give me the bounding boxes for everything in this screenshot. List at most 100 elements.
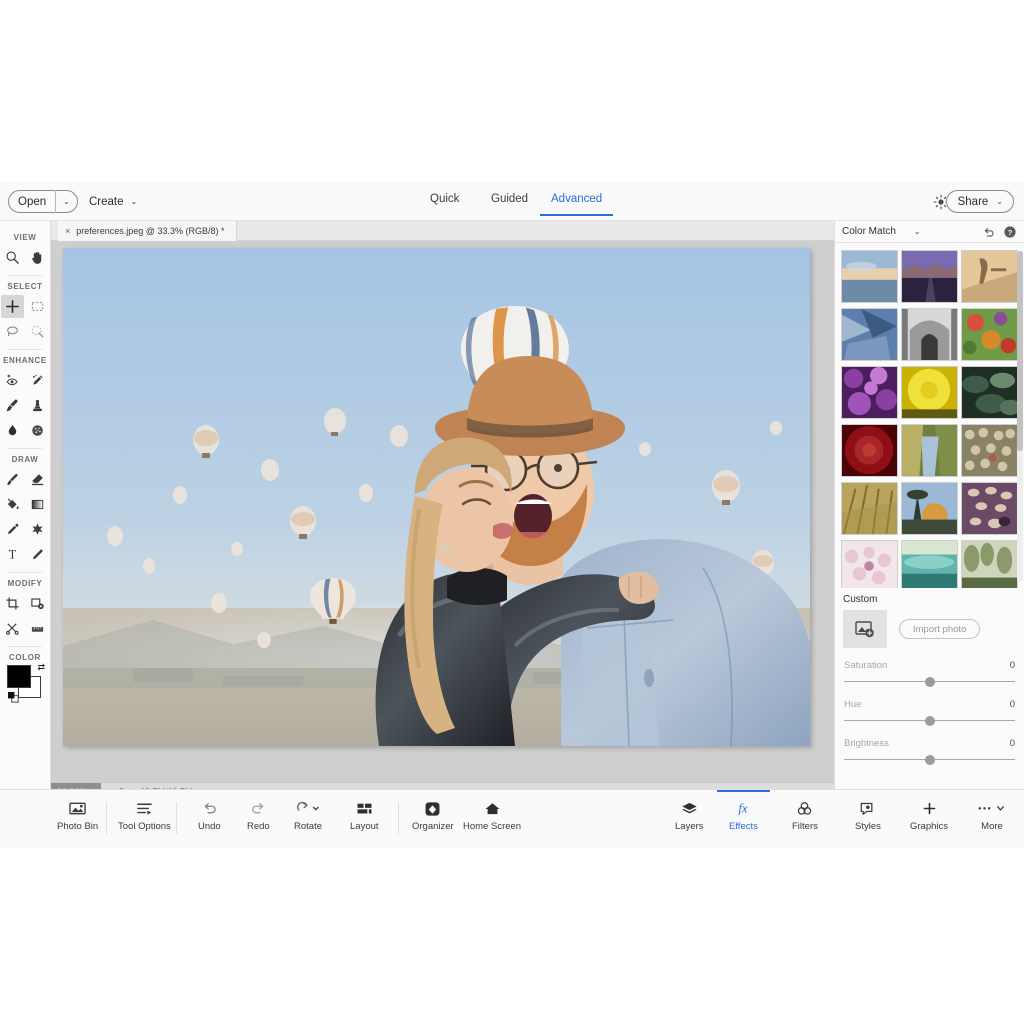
red-eye-removal-tool[interactable] bbox=[1, 369, 24, 392]
more-button[interactable]: More bbox=[976, 795, 1008, 832]
swap-colors-icon[interactable]: ⇄ bbox=[37, 662, 45, 673]
tool-row-select-2 bbox=[0, 319, 50, 344]
filters-button[interactable]: Filters bbox=[792, 795, 818, 832]
tool-divider bbox=[8, 448, 42, 449]
document-tab[interactable]: × preferences.jpeg @ 33.3% (RGB/8) * bbox=[58, 221, 238, 241]
color-swatches[interactable]: ⇄ bbox=[7, 662, 45, 703]
preset-thumbnail[interactable] bbox=[901, 540, 958, 588]
custom-shape-tool[interactable] bbox=[26, 518, 49, 541]
preset-thumbnail[interactable] bbox=[841, 424, 898, 477]
preset-thumbnail[interactable] bbox=[841, 250, 898, 303]
preset-thumbnail[interactable] bbox=[841, 308, 898, 361]
slider-saturation-track[interactable] bbox=[844, 677, 1015, 687]
zoom-tool[interactable] bbox=[1, 246, 24, 269]
eraser-tool[interactable] bbox=[26, 468, 49, 491]
smart-brush-tool[interactable] bbox=[1, 394, 24, 417]
redo-button[interactable]: Redo bbox=[247, 795, 270, 832]
paint-bucket-tool[interactable] bbox=[1, 493, 24, 516]
preset-thumbnail[interactable] bbox=[961, 308, 1018, 361]
effects-button[interactable]: fx Effects bbox=[717, 790, 770, 832]
preset-thumbnail[interactable] bbox=[901, 424, 958, 477]
rotate-button[interactable]: Rotate bbox=[294, 795, 322, 832]
rectangular-marquee-tool[interactable] bbox=[26, 295, 49, 318]
document-canvas[interactable] bbox=[63, 248, 810, 746]
slider-hue-track[interactable] bbox=[844, 716, 1015, 726]
blur-tool[interactable] bbox=[1, 419, 24, 442]
layers-button[interactable]: Layers bbox=[675, 795, 704, 832]
share-button[interactable]: Share ⌄ bbox=[945, 190, 1014, 213]
tool-options-label: Tool Options bbox=[118, 821, 171, 832]
tab-guided[interactable]: Guided bbox=[491, 193, 528, 214]
preset-thumbnail[interactable] bbox=[901, 482, 958, 535]
preset-thumbnail[interactable] bbox=[841, 540, 898, 588]
spot-healing-brush-tool[interactable] bbox=[26, 369, 49, 392]
chevron-down-icon[interactable]: ⌄ bbox=[914, 227, 921, 236]
color-picker-tool[interactable] bbox=[1, 518, 24, 541]
undo-button[interactable]: Undo bbox=[198, 795, 221, 832]
tab-quick[interactable]: Quick bbox=[430, 193, 459, 214]
styles-button[interactable]: Styles bbox=[855, 795, 881, 832]
preset-thumbnail[interactable] bbox=[961, 482, 1018, 535]
layout-button[interactable]: Layout bbox=[350, 795, 379, 832]
slider-brightness-label: Brightness bbox=[844, 738, 889, 749]
sponge-tool[interactable] bbox=[26, 419, 49, 442]
home-screen-label: Home Screen bbox=[463, 821, 522, 832]
canvas-area[interactable] bbox=[51, 241, 834, 782]
organizer-button[interactable]: Organizer bbox=[412, 795, 454, 832]
reset-undo-icon[interactable] bbox=[982, 225, 996, 239]
content-aware-move-tool[interactable] bbox=[26, 592, 49, 615]
tool-options-button[interactable]: Tool Options bbox=[118, 795, 171, 832]
clone-stamp-tool[interactable] bbox=[26, 394, 49, 417]
tab-advanced[interactable]: Advanced bbox=[539, 193, 614, 216]
foreground-color-swatch[interactable] bbox=[7, 665, 31, 688]
chevron-down-icon[interactable]: ⌄ bbox=[56, 197, 77, 206]
panel-vertical-scrollbar[interactable] bbox=[1017, 251, 1023, 581]
gradient-tool[interactable] bbox=[26, 493, 49, 516]
type-tool[interactable]: T bbox=[1, 543, 24, 566]
filters-label: Filters bbox=[792, 821, 818, 832]
help-circle-icon[interactable]: ? bbox=[1003, 225, 1017, 239]
preset-thumbnail[interactable] bbox=[961, 424, 1018, 477]
hand-tool[interactable] bbox=[26, 246, 49, 269]
bottom-divider bbox=[176, 802, 177, 834]
slider-brightness-track[interactable] bbox=[844, 755, 1015, 765]
crop-tool[interactable] bbox=[1, 592, 24, 615]
preset-thumbnail[interactable] bbox=[961, 540, 1018, 588]
recompose-tool[interactable] bbox=[1, 617, 24, 640]
lasso-tool[interactable] bbox=[1, 320, 24, 343]
straighten-tool[interactable] bbox=[26, 617, 49, 640]
brush-tool[interactable] bbox=[1, 468, 24, 491]
quick-selection-tool[interactable] bbox=[26, 320, 49, 343]
preset-thumbnail[interactable] bbox=[841, 366, 898, 419]
default-colors-icon[interactable] bbox=[8, 692, 19, 703]
pencil-tool[interactable] bbox=[26, 543, 49, 566]
import-photo-button[interactable]: Import photo bbox=[899, 619, 981, 639]
open-button[interactable]: Open ⌄ bbox=[8, 190, 78, 213]
tool-row-draw-3 bbox=[0, 517, 50, 542]
slider-hue-thumb[interactable] bbox=[924, 716, 935, 726]
slider-brightness-thumb[interactable] bbox=[924, 755, 935, 765]
preset-thumbnail[interactable] bbox=[841, 482, 898, 535]
scrollbar-thumb[interactable] bbox=[1017, 251, 1023, 451]
rotate-label: Rotate bbox=[294, 821, 322, 832]
move-tool[interactable] bbox=[1, 295, 24, 318]
custom-photo-thumbnail[interactable] bbox=[843, 610, 887, 648]
photo-image bbox=[63, 248, 810, 746]
graphics-button[interactable]: Graphics bbox=[910, 795, 948, 832]
photo-bin-button[interactable]: Photo Bin bbox=[57, 795, 98, 832]
slider-saturation-thumb[interactable] bbox=[924, 677, 935, 687]
home-screen-button[interactable]: Home Screen bbox=[463, 795, 521, 832]
close-icon[interactable]: × bbox=[65, 226, 70, 236]
preset-thumbnail[interactable] bbox=[901, 250, 958, 303]
photo-bin-label: Photo Bin bbox=[57, 821, 99, 832]
create-button[interactable]: Create ⌄ bbox=[89, 190, 137, 213]
slider-brightness: Brightness 0 bbox=[835, 738, 1024, 765]
bottom-divider bbox=[398, 802, 399, 834]
preset-thumbnail[interactable] bbox=[961, 250, 1018, 303]
chevron-down-icon: ⌄ bbox=[130, 197, 138, 206]
organizer-icon bbox=[424, 800, 441, 817]
slider-hue-header: Hue 0 bbox=[844, 699, 1015, 710]
preset-thumbnail[interactable] bbox=[961, 366, 1018, 419]
preset-thumbnail[interactable] bbox=[901, 308, 958, 361]
preset-thumbnail[interactable] bbox=[901, 366, 958, 419]
